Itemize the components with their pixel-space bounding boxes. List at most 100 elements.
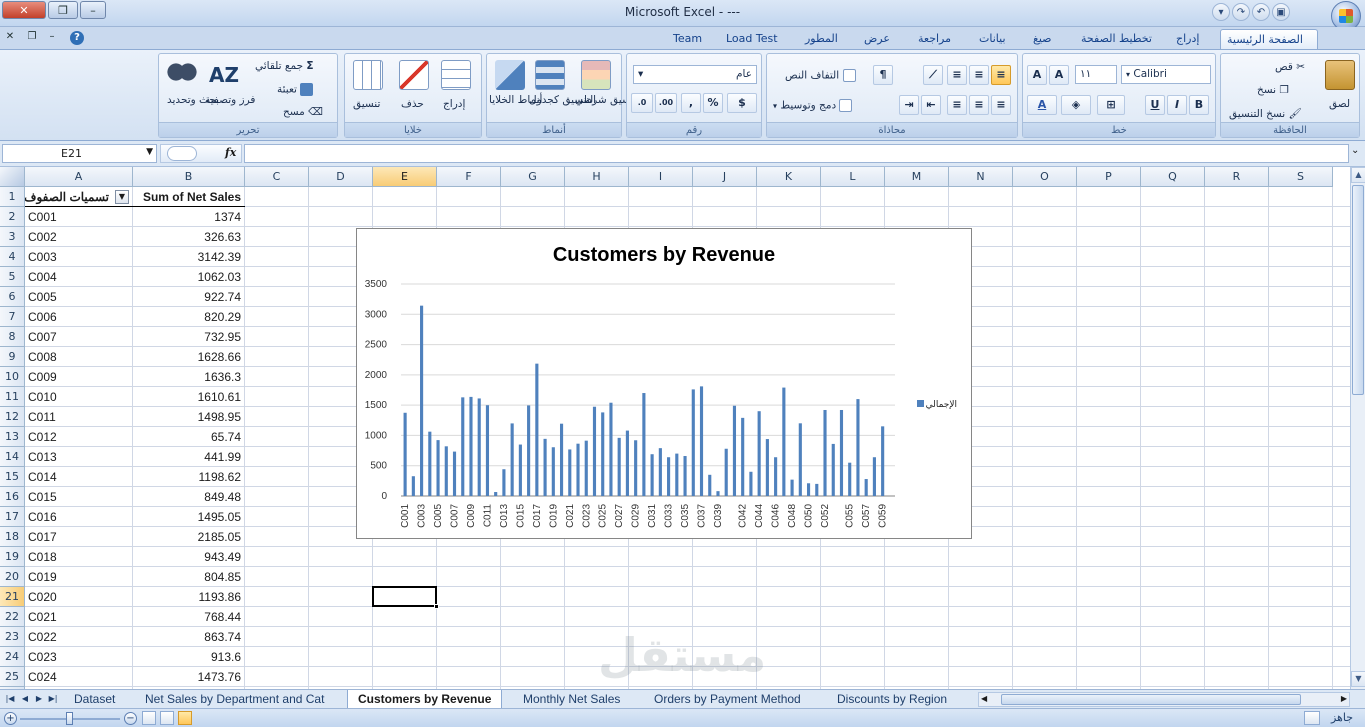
row-header[interactable]: 11 bbox=[0, 387, 25, 407]
sheet-tab-monthly-net-sales[interactable]: Monthly Net Sales bbox=[513, 690, 630, 708]
copy-button[interactable]: نسخ ❐ bbox=[1257, 84, 1289, 96]
net-sales-cell[interactable]: 768.44 bbox=[133, 607, 245, 627]
first-sheet-icon[interactable]: |◀ bbox=[5, 693, 15, 705]
row-header[interactable]: 23 bbox=[0, 627, 25, 647]
net-sales-cell[interactable]: 863.74 bbox=[133, 627, 245, 647]
filter-dropdown-icon[interactable]: ▼ bbox=[115, 190, 129, 204]
net-sales-cell[interactable]: 326.63 bbox=[133, 227, 245, 247]
page-layout-view-icon[interactable] bbox=[160, 711, 174, 725]
workbook-close-icon[interactable]: ✕ bbox=[2, 28, 18, 44]
row-header[interactable]: 4 bbox=[0, 247, 25, 267]
cell-styles-button[interactable]: أنماط الخلايا bbox=[489, 94, 542, 106]
net-sales-cell[interactable]: 804.85 bbox=[133, 567, 245, 587]
paste-button[interactable]: لصق bbox=[1329, 98, 1350, 110]
decrease-font-icon[interactable]: A bbox=[1027, 65, 1047, 85]
row-header[interactable]: 21 bbox=[0, 587, 25, 607]
wrap-text-button[interactable]: التفاف النص bbox=[785, 69, 856, 82]
customer-id-cell[interactable]: C020 bbox=[25, 587, 133, 607]
text-direction-icon[interactable]: ¶ bbox=[873, 65, 893, 85]
column-header[interactable]: H bbox=[565, 167, 629, 187]
comma-style-button[interactable]: , bbox=[681, 93, 701, 113]
number-format-select[interactable]: ▾ عام bbox=[633, 65, 757, 84]
macro-record-icon[interactable] bbox=[1304, 711, 1320, 725]
align-center-icon[interactable]: ≡ bbox=[969, 95, 989, 115]
net-sales-cell[interactable]: 441.99 bbox=[133, 447, 245, 467]
tab-review[interactable]: مراجعة bbox=[912, 29, 957, 49]
row-header[interactable]: 7 bbox=[0, 307, 25, 327]
customer-id-cell[interactable]: C016 bbox=[25, 507, 133, 527]
customer-id-cell[interactable]: C008 bbox=[25, 347, 133, 367]
customer-id-cell[interactable]: C018 bbox=[25, 547, 133, 567]
orientation-icon[interactable]: ⟋ bbox=[923, 65, 943, 85]
column-header[interactable]: A bbox=[25, 167, 133, 187]
row-header[interactable]: 10 bbox=[0, 367, 25, 387]
formula-input[interactable] bbox=[244, 144, 1349, 163]
column-header[interactable]: E bbox=[373, 167, 437, 187]
customer-id-cell[interactable]: C014 bbox=[25, 467, 133, 487]
row-header[interactable]: 24 bbox=[0, 647, 25, 667]
customer-id-cell[interactable]: C022 bbox=[25, 627, 133, 647]
net-sales-cell[interactable]: 1495.05 bbox=[133, 507, 245, 527]
page-break-view-icon[interactable] bbox=[142, 711, 156, 725]
sheet-tab-customers-by-revenue[interactable]: Customers by Revenue bbox=[347, 690, 503, 708]
percent-style-button[interactable]: % bbox=[703, 93, 723, 113]
row-header[interactable]: 25 bbox=[0, 667, 25, 687]
name-box[interactable]: E21 ▼ bbox=[2, 144, 157, 163]
customer-id-cell[interactable]: C021 bbox=[25, 607, 133, 627]
net-sales-cell[interactable]: 1636.3 bbox=[133, 367, 245, 387]
net-sales-cell[interactable]: 1193.86 bbox=[133, 587, 245, 607]
formula-bar-slider[interactable] bbox=[167, 146, 197, 161]
merge-center-button[interactable]: ▾ دمج وتوسيط bbox=[773, 99, 853, 112]
row-header[interactable]: 2 bbox=[0, 207, 25, 227]
borders-icon[interactable]: ⊞ bbox=[1097, 95, 1125, 115]
format-button[interactable]: تنسيق bbox=[353, 98, 380, 110]
sheet-tab-dataset[interactable]: Dataset bbox=[64, 690, 125, 708]
column-header[interactable]: G bbox=[501, 167, 565, 187]
align-left-icon[interactable]: ≡ bbox=[991, 95, 1011, 115]
workbook-minimize-icon[interactable]: – bbox=[44, 28, 60, 44]
vertical-scroll-thumb[interactable] bbox=[1352, 185, 1364, 395]
workbook-restore-icon[interactable]: ❐ bbox=[24, 28, 40, 44]
column-header[interactable]: I bbox=[629, 167, 693, 187]
scroll-down-icon[interactable]: ▼ bbox=[1351, 671, 1365, 687]
underline-button[interactable]: U bbox=[1145, 95, 1165, 115]
column-header[interactable]: B bbox=[133, 167, 245, 187]
row-header[interactable]: 22 bbox=[0, 607, 25, 627]
customer-id-cell[interactable]: C003 bbox=[25, 247, 133, 267]
net-sales-cell[interactable]: 1473.76 bbox=[133, 667, 245, 687]
row-header[interactable]: 17 bbox=[0, 507, 25, 527]
column-header[interactable]: J bbox=[693, 167, 757, 187]
increase-indent-icon[interactable]: ⇥ bbox=[899, 95, 919, 115]
row-header[interactable]: 1 bbox=[0, 187, 25, 207]
cut-button[interactable]: قص ✂ bbox=[1275, 61, 1305, 73]
customer-id-cell[interactable]: C012 bbox=[25, 427, 133, 447]
insert-button[interactable]: إدراج bbox=[443, 98, 465, 110]
column-header[interactable]: Q bbox=[1141, 167, 1205, 187]
customer-id-cell[interactable]: C017 bbox=[25, 527, 133, 547]
tab-insert[interactable]: إدراج bbox=[1170, 29, 1205, 49]
customer-id-cell[interactable]: C001 bbox=[25, 207, 133, 227]
zoom-slider-knob[interactable] bbox=[66, 712, 73, 725]
net-sales-cell[interactable]: 922.74 bbox=[133, 287, 245, 307]
align-middle-icon[interactable]: ≡ bbox=[969, 65, 989, 85]
tab-developer[interactable]: المطور bbox=[799, 29, 844, 49]
decrease-decimal-icon[interactable]: .0 bbox=[631, 93, 653, 113]
customer-id-cell[interactable]: C004 bbox=[25, 267, 133, 287]
clear-button[interactable]: مسح ⌫ bbox=[283, 106, 323, 118]
undo-icon[interactable]: ↶ bbox=[1252, 3, 1270, 21]
currency-icon[interactable]: $ bbox=[727, 93, 757, 113]
column-header[interactable]: M bbox=[885, 167, 949, 187]
row-header[interactable]: 6 bbox=[0, 287, 25, 307]
row-header[interactable]: 18 bbox=[0, 527, 25, 547]
net-sales-cell[interactable]: 1610.61 bbox=[133, 387, 245, 407]
customize-toolbar-icon[interactable]: ▾ bbox=[1212, 3, 1230, 21]
net-sales-cell[interactable]: 1374 bbox=[133, 207, 245, 227]
customer-id-cell[interactable]: C007 bbox=[25, 327, 133, 347]
fill-handle[interactable] bbox=[434, 604, 439, 609]
customer-id-cell[interactable]: C024 bbox=[25, 667, 133, 687]
save-icon[interactable]: ▣ bbox=[1272, 3, 1290, 21]
tab-view[interactable]: عرض bbox=[858, 29, 896, 49]
row-header[interactable]: 5 bbox=[0, 267, 25, 287]
format-as-table-button[interactable]: التنسيق كجدول bbox=[529, 94, 596, 106]
net-sales-cell[interactable]: 65.74 bbox=[133, 427, 245, 447]
